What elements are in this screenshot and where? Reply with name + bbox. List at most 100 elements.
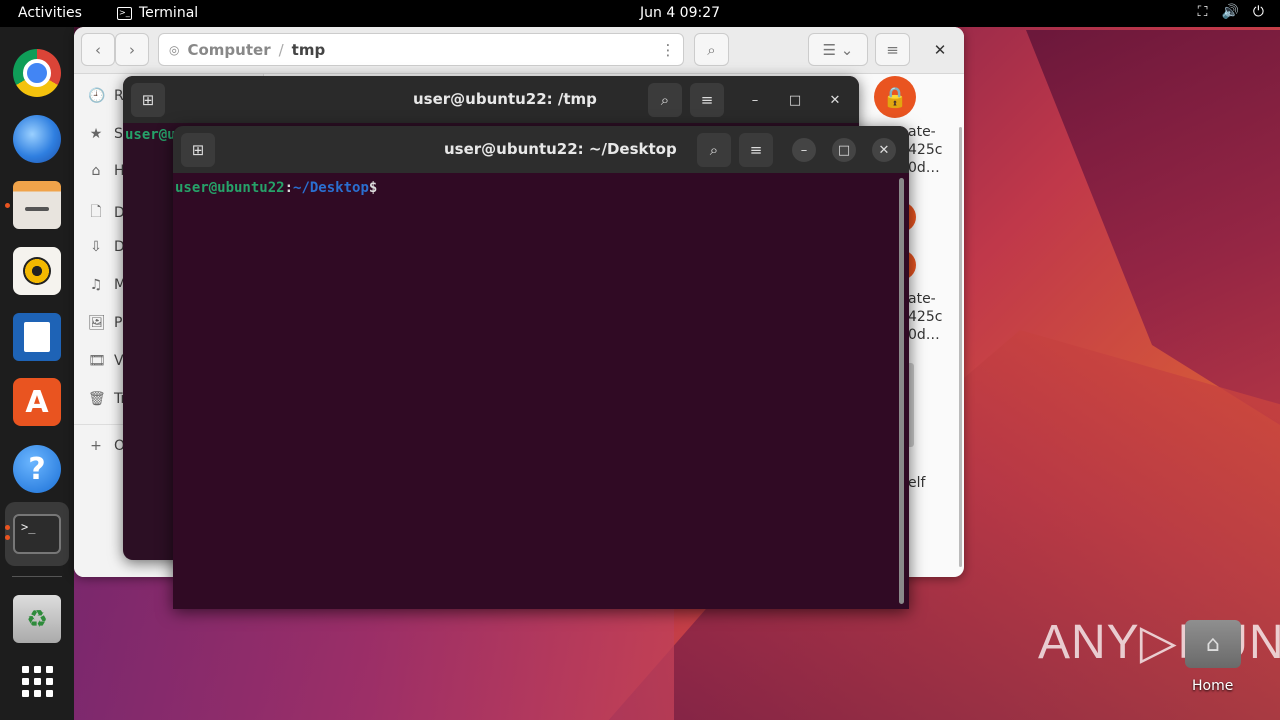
- file-name-fragment[interactable]: elf: [908, 474, 925, 492]
- prompt-dollar: $: [368, 180, 378, 196]
- sidebar-item-starred[interactable]: ★ S: [88, 126, 123, 142]
- grid-icon: [21, 665, 53, 697]
- sidebar-item-label: P: [114, 315, 123, 331]
- path-current[interactable]: tmp: [292, 41, 326, 59]
- download-icon: ⇩: [90, 239, 102, 255]
- dock-separator: [12, 576, 62, 577]
- search-button[interactable]: ⌕: [648, 83, 682, 117]
- scrollbar[interactable]: [959, 127, 962, 567]
- file-name-fragment[interactable]: 425c: [908, 141, 942, 159]
- sidebar-item-recent[interactable]: 🕘 R: [88, 88, 124, 104]
- running-indicator: [5, 535, 10, 540]
- scrollbar[interactable]: [899, 178, 904, 604]
- prompt-colon: :: [284, 180, 294, 196]
- sidebar-item-label: S: [114, 126, 123, 142]
- music-icon: ♫: [89, 277, 103, 293]
- dock: A ? >_ ♻: [0, 27, 74, 720]
- files-icon[interactable]: [13, 181, 61, 229]
- path-bar[interactable]: ◎ Computer / tmp: [158, 33, 684, 66]
- clock[interactable]: Jun 4 09:27: [640, 5, 720, 21]
- file-manager-header: ‹ › ◎ Computer / tmp ⋮ ⌕ ☰ ⌄ ≡ ✕: [74, 27, 964, 74]
- search-icon: ⌕: [707, 40, 716, 59]
- file-name-fragment[interactable]: 425c: [908, 308, 942, 326]
- hamburger-icon: ≡: [886, 40, 899, 59]
- hamburger-icon: ≡: [700, 91, 714, 109]
- terminal-icon: >_: [117, 6, 132, 20]
- search-button[interactable]: ⌕: [694, 33, 729, 66]
- sidebar-item-other-locations[interactable]: + O: [88, 438, 125, 454]
- power-icon[interactable]: ⏻: [1253, 4, 1264, 20]
- plus-icon: +: [90, 438, 102, 454]
- list-view-icon: ☰ ⌄: [822, 40, 854, 59]
- terminal-header: ⊞ user@ubuntu22: /tmp ⌕ ≡ – □ ✕: [123, 76, 859, 123]
- back-button[interactable]: ‹: [81, 33, 115, 66]
- terminal-icon[interactable]: >_: [13, 514, 61, 554]
- disk-icon: ◎: [169, 42, 180, 57]
- app-center-icon[interactable]: A: [13, 378, 61, 426]
- path-separator: /: [278, 40, 284, 59]
- maximize-button[interactable]: □: [832, 138, 856, 162]
- prompt-path: ~/Desktop: [293, 180, 369, 196]
- trash-icon: 🗑: [88, 391, 106, 407]
- running-indicator: [5, 525, 10, 530]
- sidebar-item-videos[interactable]: 🎞 V: [88, 353, 124, 369]
- maximize-button[interactable]: □: [783, 88, 807, 112]
- text-cursor: [377, 177, 385, 192]
- maximize-icon: □: [788, 92, 802, 108]
- app-name: Terminal: [139, 5, 199, 21]
- new-tab-icon: ⊞: [191, 141, 205, 159]
- minimize-icon: –: [800, 142, 808, 158]
- help-icon[interactable]: ?: [13, 445, 61, 493]
- path-menu-button[interactable]: ⋮: [652, 33, 684, 66]
- home-folder-label[interactable]: Home: [1192, 678, 1233, 694]
- maximize-icon: □: [837, 142, 851, 158]
- activities-button[interactable]: Activities: [18, 5, 82, 21]
- path-root[interactable]: Computer: [187, 41, 270, 59]
- system-tray[interactable]: ⛶ 🔊 ⏻: [1198, 4, 1264, 20]
- volume-icon[interactable]: 🔊: [1221, 4, 1238, 20]
- file-name-fragment[interactable]: 0d…: [908, 159, 940, 177]
- new-tab-button[interactable]: ⊞: [181, 133, 215, 167]
- close-button[interactable]: ✕: [924, 33, 956, 66]
- minimize-button[interactable]: –: [792, 138, 816, 162]
- terminal-title: user@ubuntu22: ~/Desktop: [444, 140, 677, 158]
- file-name-fragment[interactable]: 0d…: [908, 326, 940, 344]
- libreoffice-writer-icon[interactable]: [13, 313, 61, 361]
- picture-icon: 🖼: [88, 315, 106, 331]
- new-tab-button[interactable]: ⊞: [131, 83, 165, 117]
- terminal-window-desktop[interactable]: ⊞ user@ubuntu22: ~/Desktop ⌕ ≡ – □ ✕ use…: [173, 126, 909, 609]
- chrome-icon[interactable]: [13, 49, 61, 97]
- file-name-fragment[interactable]: ate-: [908, 123, 936, 141]
- sidebar-item-downloads[interactable]: ⇩ D: [88, 239, 125, 255]
- file-name-fragment[interactable]: ate-: [908, 290, 936, 308]
- sidebar-item-home[interactable]: ⌂ H: [88, 163, 125, 179]
- menu-button[interactable]: ≡: [875, 33, 910, 66]
- minimize-button[interactable]: –: [743, 88, 767, 112]
- watermark: ANY▷RUN: [1038, 616, 1280, 669]
- terminal-header: ⊞ user@ubuntu22: ~/Desktop ⌕ ≡ – □ ✕: [173, 126, 909, 173]
- sidebar-item-pictures[interactable]: 🖼 P: [88, 315, 122, 331]
- menu-button[interactable]: ≡: [690, 83, 724, 117]
- forward-button[interactable]: ›: [115, 33, 149, 66]
- thunderbird-icon[interactable]: [13, 115, 61, 163]
- show-apps-button[interactable]: [13, 657, 61, 705]
- menu-button[interactable]: ≡: [739, 133, 773, 167]
- app-menu[interactable]: >_ Terminal: [117, 5, 198, 21]
- terminal-prompt[interactable]: user@ubuntu22:~/Desktop$: [175, 177, 385, 196]
- view-toggle-button[interactable]: ☰ ⌄: [808, 33, 868, 66]
- trash-icon[interactable]: ♻: [13, 595, 61, 643]
- home-folder-icon[interactable]: ⌂: [1185, 620, 1241, 668]
- search-button[interactable]: ⌕: [697, 133, 731, 167]
- rhythmbox-icon[interactable]: [13, 247, 61, 295]
- hamburger-icon: ≡: [749, 141, 763, 159]
- close-icon: ✕: [933, 40, 947, 59]
- top-bar: Activities >_ Terminal Jun 4 09:27 ⛶ 🔊 ⏻: [0, 0, 1280, 27]
- sidebar-item-trash[interactable]: 🗑 Tr: [88, 391, 126, 407]
- close-button[interactable]: ✕: [823, 88, 847, 112]
- close-icon: ✕: [829, 92, 841, 108]
- running-indicator: [5, 203, 10, 208]
- sidebar-item-documents[interactable]: 🗋 D: [88, 201, 124, 225]
- close-button[interactable]: ✕: [872, 138, 896, 162]
- network-icon[interactable]: ⛶: [1198, 4, 1208, 20]
- sidebar-item-music[interactable]: ♫ M: [88, 277, 126, 293]
